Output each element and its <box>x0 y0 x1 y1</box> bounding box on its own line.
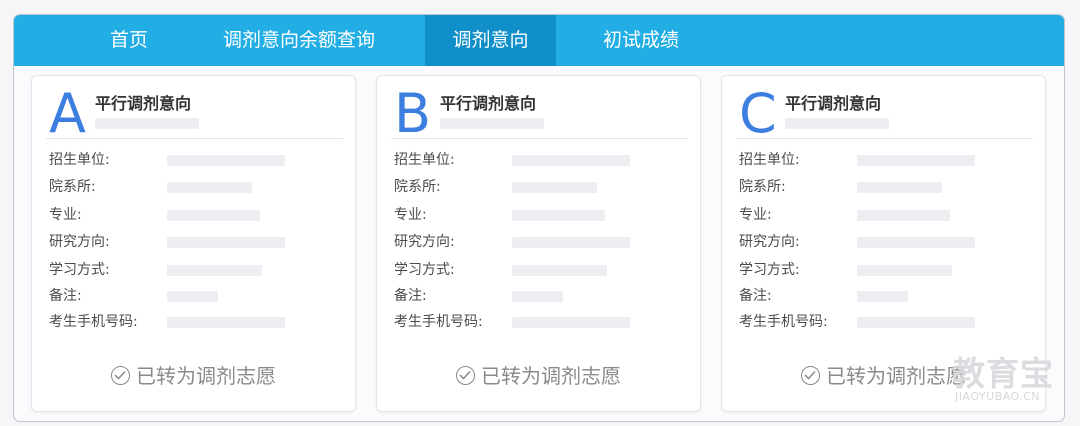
intent-card-b: B 平行调剂意向 招生单位: 院系所: 专业: 研究方向: 学习方式: 备注: … <box>376 75 701 412</box>
status-text: 已转为调剂志愿 <box>826 364 966 388</box>
check-circle-icon <box>801 366 820 385</box>
watermark-url: JIAOYUBAO.CN <box>955 390 1041 403</box>
field-label-research: 研究方向: <box>394 234 455 250</box>
field-value-phone <box>857 317 975 328</box>
divider <box>736 138 1033 139</box>
field-value-major <box>512 210 605 221</box>
divider <box>46 138 343 139</box>
field-label-unit: 招生单位: <box>739 152 800 168</box>
field-label-major: 专业: <box>739 207 772 223</box>
field-label-phone: 考生手机号码: <box>739 314 828 330</box>
field-value-research <box>167 237 285 248</box>
field-value-remark <box>857 291 908 302</box>
field-label-phone: 考生手机号码: <box>49 314 138 330</box>
field-value-major <box>857 210 950 221</box>
field-value-phone <box>512 317 630 328</box>
field-value-study-mode <box>512 265 607 276</box>
nav-quota-query[interactable]: 调剂意向余额查询 <box>204 15 394 66</box>
status-text: 已转为调剂志愿 <box>481 364 621 388</box>
field-label-remark: 备注: <box>394 288 427 304</box>
field-label-major: 专业: <box>49 207 82 223</box>
field-label-department: 院系所: <box>394 179 441 195</box>
field-value-remark <box>167 291 218 302</box>
title-placeholder <box>785 118 889 129</box>
top-nav: 首页 调剂意向余额查询 调剂意向 初试成绩 <box>14 15 1064 66</box>
field-value-remark <box>512 291 563 302</box>
field-label-research: 研究方向: <box>49 234 110 250</box>
field-value-study-mode <box>167 265 262 276</box>
field-label-department: 院系所: <box>739 179 786 195</box>
field-value-unit <box>512 155 630 166</box>
nav-home[interactable]: 首页 <box>89 15 169 66</box>
divider <box>391 138 688 139</box>
field-label-unit: 招生单位: <box>394 152 455 168</box>
field-value-department <box>857 182 942 193</box>
watermark-logo: 教育宝 <box>952 354 1054 393</box>
field-label-major: 专业: <box>394 207 427 223</box>
field-value-phone <box>167 317 285 328</box>
field-value-department <box>167 182 252 193</box>
field-label-study-mode: 学习方式: <box>49 262 110 278</box>
nav-adjust-intent[interactable]: 调剂意向 <box>425 15 556 66</box>
card-title: 平行调剂意向 <box>440 94 537 113</box>
field-label-study-mode: 学习方式: <box>739 262 800 278</box>
check-circle-icon <box>456 366 475 385</box>
field-value-research <box>857 237 975 248</box>
field-label-department: 院系所: <box>49 179 96 195</box>
field-label-unit: 招生单位: <box>49 152 110 168</box>
nav-initial-score[interactable]: 初试成绩 <box>586 15 696 66</box>
field-label-research: 研究方向: <box>739 234 800 250</box>
field-value-unit <box>167 155 285 166</box>
status-converted: 已转为调剂志愿 <box>32 363 355 389</box>
field-value-department <box>512 182 597 193</box>
field-value-study-mode <box>857 265 952 276</box>
title-placeholder <box>95 118 199 129</box>
status-text: 已转为调剂志愿 <box>136 364 276 388</box>
status-converted: 已转为调剂志愿 <box>377 363 700 389</box>
field-label-remark: 备注: <box>49 288 82 304</box>
field-value-unit <box>857 155 975 166</box>
intent-card-a: A 平行调剂意向 招生单位: 院系所: 专业: 研究方向: 学习方式: 备注: … <box>31 75 356 412</box>
field-label-remark: 备注: <box>739 288 772 304</box>
field-value-research <box>512 237 630 248</box>
main-panel: 首页 调剂意向余额查询 调剂意向 初试成绩 A 平行调剂意向 招生单位: 院系所… <box>13 14 1065 422</box>
field-value-major <box>167 210 260 221</box>
check-circle-icon <box>111 366 130 385</box>
field-label-phone: 考生手机号码: <box>394 314 483 330</box>
title-placeholder <box>440 118 544 129</box>
card-title: 平行调剂意向 <box>785 94 882 113</box>
field-label-study-mode: 学习方式: <box>394 262 455 278</box>
card-title: 平行调剂意向 <box>95 94 192 113</box>
